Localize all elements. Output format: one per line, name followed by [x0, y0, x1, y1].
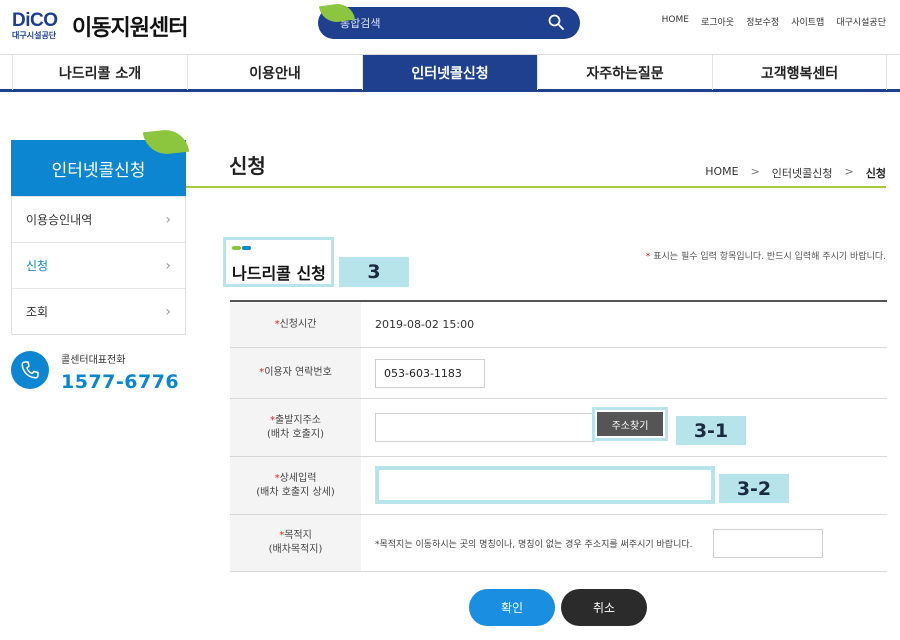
sidebar-item-label: 조회	[26, 305, 49, 319]
contact-number-input[interactable]: 053-603-1183	[375, 358, 485, 388]
phone-icon	[11, 351, 49, 389]
destination-label: 목적지	[284, 530, 312, 541]
call-center-label: 콜센터대표전화	[61, 355, 126, 366]
nav-item-internet-call[interactable]: 인터넷콜신청	[362, 55, 537, 90]
detail-label: 상세입력	[279, 472, 317, 484]
form-row-contact: *이용자 연락번호 053-603-1183	[230, 348, 887, 399]
origin-sublabel: (배차 호출지)	[267, 428, 324, 440]
destination-note: *목적지는 이동하시는 곳의 명칭이나, 명칭이 없는 경우 주소지를 써주시기…	[375, 539, 693, 550]
section-title: 나드리콜 신청	[232, 264, 326, 283]
address-search-highlight: 주소찾기	[592, 407, 668, 441]
logo-subtitle: 대구시설공단	[12, 31, 57, 40]
sidebar-item-approval-history[interactable]: 이용승인내역 ›	[12, 196, 185, 242]
detail-sublabel: (배차 호출지 상세)	[256, 486, 335, 498]
form-label: *목적지 (배차목적지)	[230, 515, 361, 571]
form-label: *상세입력 (배차 호출지 상세)	[230, 457, 361, 514]
sidebar-item-label: 이용승인내역	[26, 213, 93, 227]
util-link-logout[interactable]: 로그아웃	[701, 15, 734, 28]
chevron-right-icon: >	[750, 165, 760, 178]
site-logo[interactable]: DiCO 대구시설공단 이동지원센터	[12, 10, 188, 42]
sidebar-item-apply[interactable]: 신청 ›	[12, 242, 185, 288]
main-navigation: 나드리콜 소개 이용안내 인터넷콜신청 자주하는질문 고객행복센터	[0, 54, 900, 92]
request-time-label: 신청시간	[279, 318, 317, 330]
util-link-edit-profile[interactable]: 정보수정	[746, 15, 779, 28]
contact-label: 이용자 연락번호	[264, 367, 332, 378]
nav-item-customer-center[interactable]: 고객행복센터	[712, 55, 887, 90]
util-link-home[interactable]: HOME	[662, 15, 689, 28]
sidebar-item-label: 신청	[26, 259, 49, 273]
origin-address-input[interactable]	[375, 413, 595, 442]
form-label: *이용자 연락번호	[230, 348, 361, 398]
breadcrumb-home[interactable]: HOME	[705, 165, 738, 181]
chevron-right-icon: >	[844, 165, 854, 178]
destination-field-wrap: *목적지는 이동하시는 곳의 명칭이나, 명칭이 없는 경우 주소지를 써주시기…	[361, 515, 887, 571]
detail-address-input[interactable]	[375, 466, 715, 504]
dico-logo-mark: DiCO 대구시설공단	[12, 10, 66, 42]
breadcrumb-current: 신청	[865, 167, 886, 180]
detail-field-wrap	[361, 457, 887, 514]
breadcrumb: HOME > 인터넷콜신청 > 신청	[705, 165, 886, 181]
form-row-origin: *출발지주소 (배차 호출지) 주소찾기	[230, 399, 887, 457]
sidebar-header: 인터넷콜신청	[11, 127, 190, 196]
confirm-button[interactable]: 확인	[469, 589, 555, 626]
contact-field-wrap: 053-603-1183	[361, 348, 887, 398]
util-link-sitemap[interactable]: 사이트맵	[791, 15, 824, 28]
sidebar-item-lookup[interactable]: 조회 ›	[12, 288, 185, 334]
search-icon[interactable]	[548, 14, 564, 30]
search-bar[interactable]: 통합검색	[318, 7, 580, 39]
site-header: DiCO 대구시설공단 이동지원센터 통합검색 HOME 로그아웃 정보수정 사…	[0, 0, 900, 54]
form-label: *신청시간	[230, 302, 361, 347]
origin-label: 출발지주소	[275, 414, 321, 426]
request-time-value: 2019-08-02 15:00	[375, 318, 475, 331]
cancel-button[interactable]: 취소	[561, 589, 647, 626]
breadcrumb-internet-call[interactable]: 인터넷콜신청	[772, 165, 833, 181]
required-star: *	[645, 252, 651, 262]
form-label: *출발지주소 (배차 호출지)	[230, 399, 361, 456]
nav-item-faq[interactable]: 자주하는질문	[537, 55, 712, 90]
page-title: 신청	[229, 154, 266, 178]
nav-item-intro[interactable]: 나드리콜 소개	[12, 55, 187, 90]
address-search-button[interactable]: 주소찾기	[597, 412, 663, 436]
nav-item-guide[interactable]: 이용안내	[187, 55, 362, 90]
origin-field-wrap: 주소찾기	[361, 399, 887, 456]
sidebar: 인터넷콜신청 이용승인내역 › 신청 › 조회 › 콜센터대표전화 1577-6…	[11, 127, 190, 399]
call-center-number: 1577-6776	[61, 371, 180, 393]
destination-input[interactable]	[713, 529, 823, 558]
util-link-corporation[interactable]: 대구시설공단	[836, 15, 886, 28]
title-divider	[186, 186, 886, 188]
utility-links: HOME 로그아웃 정보수정 사이트맵 대구시설공단	[662, 15, 886, 28]
chevron-right-icon: ›	[165, 257, 171, 274]
logo-brand: DiCO	[12, 10, 58, 31]
required-notice: * 표시는 필수 입력 항목입니다. 반드시 입력해 주시기 바랍니다.	[646, 249, 886, 262]
annotation-tag-3-2: 3-2	[719, 474, 789, 503]
section-title-highlight: 나드리콜 신청	[223, 237, 334, 287]
chevron-right-icon: ›	[165, 211, 171, 228]
call-center-info: 콜센터대표전화 1577-6776	[11, 349, 186, 399]
annotation-tag-3: 3	[339, 257, 409, 287]
request-form: *신청시간 2019-08-02 15:00 *이용자 연락번호 053-603…	[230, 300, 887, 572]
form-row-request-time: *신청시간 2019-08-02 15:00	[230, 302, 887, 348]
section-title-bars-icon	[232, 246, 251, 250]
chevron-right-icon: ›	[165, 303, 171, 320]
form-row-destination: *목적지 (배차목적지) *목적지는 이동하시는 곳의 명칭이나, 명칭이 없는…	[230, 515, 887, 572]
required-notice-text: 표시는 필수 입력 항목입니다. 반드시 입력해 주시기 바랍니다.	[653, 252, 886, 262]
annotation-tag-3-1: 3-1	[676, 416, 746, 445]
sidebar-title: 인터넷콜신청	[51, 160, 146, 181]
destination-sublabel: (배차목적지)	[268, 544, 323, 555]
sidebar-leaf-decoration	[142, 127, 190, 157]
sidebar-menu: 이용승인내역 › 신청 › 조회 ›	[11, 196, 186, 335]
logo-title: 이동지원센터	[72, 16, 188, 41]
